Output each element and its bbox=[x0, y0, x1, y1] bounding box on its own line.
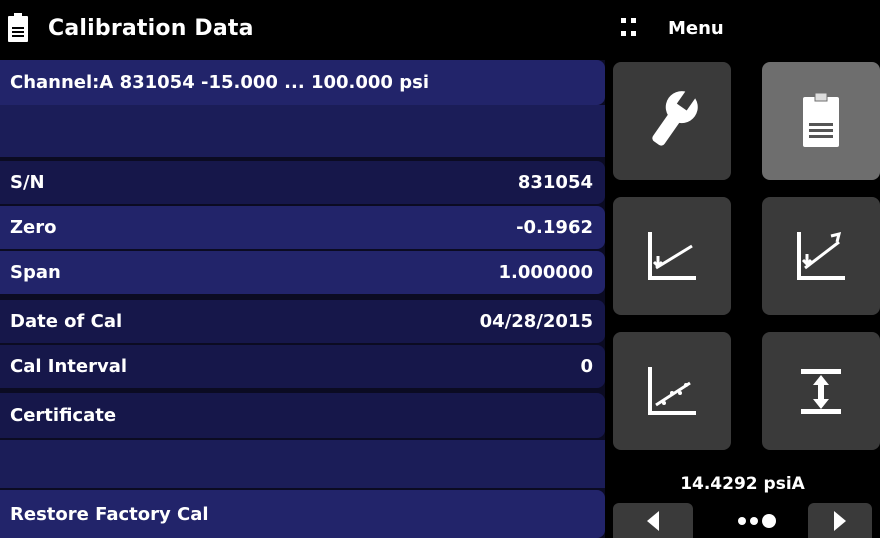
page-dot-current bbox=[762, 514, 776, 528]
zero-row[interactable]: Zero -0.1962 bbox=[0, 206, 605, 249]
menu-label: Menu bbox=[668, 17, 724, 39]
calibration-panel: Channel:A 831054 -15.000 ... 100.000 psi… bbox=[0, 60, 605, 538]
span-value: 1.000000 bbox=[498, 262, 593, 283]
document-icon bbox=[803, 93, 839, 147]
restore-label: Restore Factory Cal bbox=[10, 503, 209, 525]
grid-dots-icon bbox=[621, 18, 641, 38]
sn-row: S/N 831054 bbox=[0, 161, 605, 204]
wrench-icon bbox=[652, 88, 698, 146]
channel-row: Channel:A 831054 -15.000 ... 100.000 psi bbox=[0, 60, 605, 105]
channel-label: Channel:A 831054 -15.000 ... 100.000 psi bbox=[10, 72, 429, 93]
document-icon bbox=[0, 0, 36, 56]
cal-interval-value: 0 bbox=[580, 356, 593, 377]
calibration-data-button[interactable] bbox=[762, 62, 880, 180]
previous-page-button[interactable] bbox=[613, 503, 693, 538]
title-bar: Calibration Data bbox=[0, 0, 605, 56]
page-indicator bbox=[722, 508, 792, 534]
sn-value: 831054 bbox=[517, 172, 593, 193]
range-limit-button[interactable] bbox=[762, 332, 880, 450]
page-title: Calibration Data bbox=[48, 15, 254, 41]
certificate-label: Certificate bbox=[10, 405, 117, 426]
date-of-cal-value: 04/28/2015 bbox=[479, 311, 593, 332]
next-page-button[interactable] bbox=[808, 503, 872, 538]
linearity-button[interactable] bbox=[613, 332, 731, 450]
arrow-left-icon bbox=[647, 510, 659, 531]
certificate-row[interactable]: Certificate bbox=[0, 393, 605, 438]
pressure-readout: 14.4292 psiA bbox=[680, 474, 805, 494]
blank-row bbox=[0, 105, 605, 157]
span-adjust-button[interactable] bbox=[762, 197, 880, 315]
date-of-cal-label: Date of Cal bbox=[10, 311, 123, 332]
cal-interval-label: Cal Interval bbox=[10, 356, 128, 377]
settings-button[interactable] bbox=[613, 62, 731, 180]
zero-adjust-chart-icon bbox=[648, 232, 696, 280]
blank-row-lower bbox=[0, 440, 605, 488]
page-dot bbox=[750, 517, 758, 525]
range-limit-icon bbox=[801, 369, 841, 414]
zero-adjust-button[interactable] bbox=[613, 197, 731, 315]
linearity-chart-icon bbox=[648, 367, 696, 415]
page-dot bbox=[738, 517, 746, 525]
restore-factory-cal-button[interactable]: Restore Factory Cal bbox=[0, 490, 605, 538]
span-row[interactable]: Span 1.000000 bbox=[0, 251, 605, 294]
span-adjust-chart-icon bbox=[797, 231, 845, 280]
date-of-cal-row[interactable]: Date of Cal 04/28/2015 bbox=[0, 300, 605, 343]
sn-label: S/N bbox=[10, 172, 45, 193]
zero-value: -0.1962 bbox=[516, 217, 593, 238]
zero-label: Zero bbox=[10, 217, 57, 238]
span-label: Span bbox=[10, 262, 61, 283]
arrow-right-icon bbox=[834, 510, 846, 531]
cal-interval-row[interactable]: Cal Interval 0 bbox=[0, 345, 605, 388]
menu-bar[interactable]: Menu bbox=[605, 0, 880, 56]
